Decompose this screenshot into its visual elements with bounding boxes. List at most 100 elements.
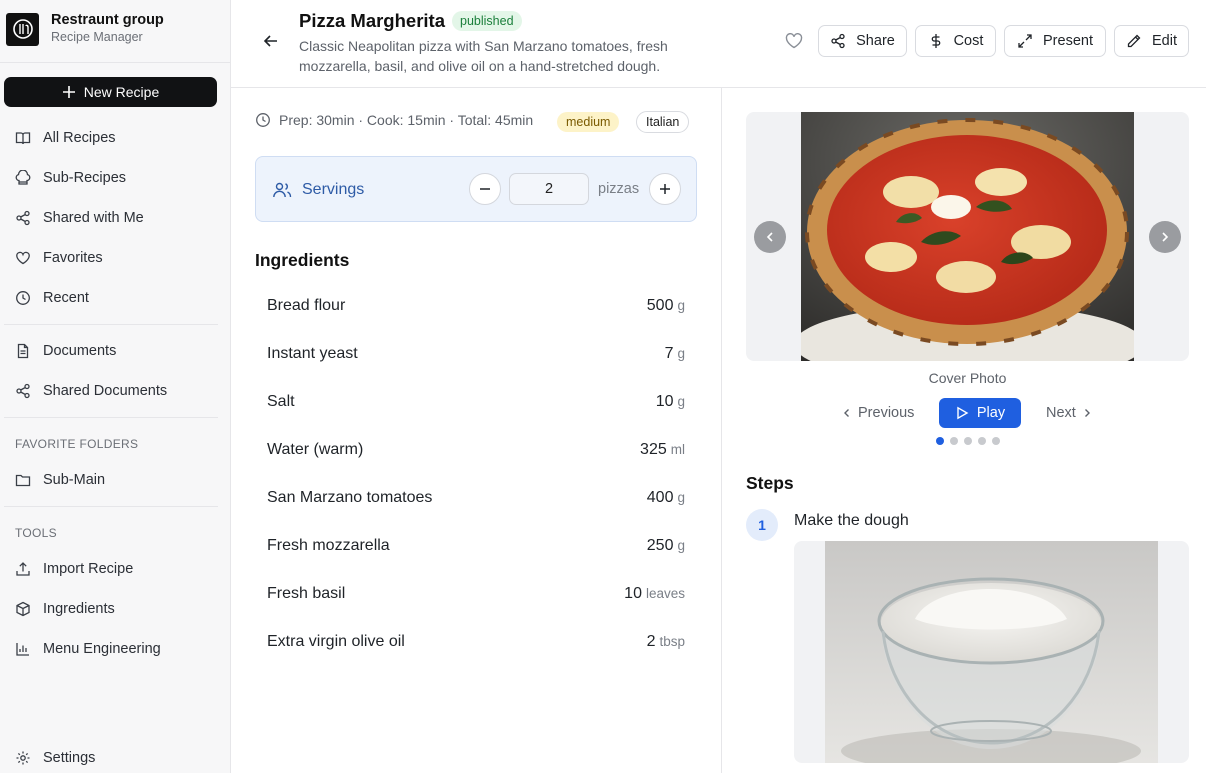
servings-decrement-button[interactable] xyxy=(469,173,501,205)
sidebar-item-ingredients[interactable]: Ingredients xyxy=(15,597,115,621)
quantity-value: 400 xyxy=(646,489,674,506)
sidebar-item-sub-recipes[interactable]: Sub-Recipes xyxy=(15,166,126,190)
edit-label: Edit xyxy=(1152,33,1177,49)
photo-caption: Cover Photo xyxy=(928,370,1007,386)
new-recipe-button[interactable]: New Recipe xyxy=(4,77,217,107)
quantity-value: 325 xyxy=(640,441,667,458)
package-icon xyxy=(16,601,30,617)
gallery-dot[interactable] xyxy=(964,437,972,445)
sidebar-item-label: Shared Documents xyxy=(43,383,168,399)
previous-label: Previous xyxy=(858,405,915,421)
sidebar-item-shared-documents[interactable]: Shared Documents xyxy=(15,379,167,403)
brand[interactable]: Restraunt group Recipe Manager xyxy=(6,12,164,46)
gallery-dot[interactable] xyxy=(992,437,1000,445)
quantity-unit: ml xyxy=(670,442,685,457)
ingredient-row: San Marzano tomatoes 400 g xyxy=(255,475,697,523)
steps-heading: Steps xyxy=(746,473,794,493)
share-label: Share xyxy=(856,33,895,49)
folder-icon xyxy=(15,474,31,487)
heart-icon xyxy=(16,251,30,265)
ingredient-quantity: 400 g xyxy=(647,489,685,507)
sidebar-item-import-recipe[interactable]: Import Recipe xyxy=(15,557,133,581)
play-icon xyxy=(957,406,969,420)
favorite-heart-icon[interactable] xyxy=(785,33,803,49)
ingredients-heading: Ingredients xyxy=(255,250,350,270)
ingredient-row: Fresh mozzarella 250 g xyxy=(255,523,697,571)
new-recipe-label: New Recipe xyxy=(83,84,160,100)
gallery-prev-arrow[interactable] xyxy=(754,221,786,253)
sidebar-item-all-recipes[interactable]: All Recipes xyxy=(15,126,116,150)
play-button[interactable]: Play xyxy=(939,398,1021,428)
quantity-value: 7 xyxy=(664,345,674,362)
sidebar-item-label: Sub-Recipes xyxy=(43,170,127,186)
quantity-value: 10 xyxy=(624,585,642,602)
cost-button[interactable]: Cost xyxy=(915,25,996,57)
quantity-value: 10 xyxy=(655,393,674,410)
sidebar-item-label: Favorites xyxy=(43,250,103,266)
sidebar-item-sub-main[interactable]: Sub-Main xyxy=(15,468,105,492)
sidebar-item-label: Shared with Me xyxy=(43,210,144,226)
sidebar-item-label: Settings xyxy=(43,750,96,766)
quantity-unit: g xyxy=(677,394,685,409)
plus-icon xyxy=(62,86,75,98)
servings-input[interactable]: 2 xyxy=(509,173,589,205)
quantity-value: 250 xyxy=(646,537,674,554)
gallery-next-arrow[interactable] xyxy=(1149,221,1181,253)
sidebar-item-shared-with-me[interactable]: Shared with Me xyxy=(15,206,144,230)
quantity-unit: leaves xyxy=(645,586,685,601)
previous-button[interactable]: Previous xyxy=(842,405,914,421)
back-arrow-icon[interactable] xyxy=(262,32,280,50)
tools-heading: TOOLS xyxy=(15,526,57,540)
ingredient-name: Bread flour xyxy=(267,297,346,314)
clock-icon xyxy=(16,291,30,305)
ingredient-name: Fresh basil xyxy=(267,585,346,602)
brand-name: Restraunt group xyxy=(51,12,164,28)
quantity-value: 500 xyxy=(646,297,674,314)
quantity-unit: g xyxy=(677,298,685,313)
gallery-dot[interactable] xyxy=(936,437,944,445)
gear-icon xyxy=(16,751,30,765)
cuisine-badge: Italian xyxy=(636,111,690,133)
present-label: Present xyxy=(1043,33,1093,49)
share-icon xyxy=(831,33,845,49)
ingredient-name: Salt xyxy=(267,393,295,410)
sidebar-item-menu-engineering[interactable]: Menu Engineering xyxy=(15,637,161,661)
sidebar-item-documents[interactable]: Documents xyxy=(15,339,116,363)
ingredient-quantity: 7g xyxy=(665,345,685,363)
gallery-dot[interactable] xyxy=(950,437,958,445)
divider xyxy=(4,506,218,507)
step-image-panel xyxy=(794,541,1189,763)
sidebar-item-recent[interactable]: Recent xyxy=(15,286,89,310)
share-icon xyxy=(16,383,30,399)
share-button[interactable]: Share xyxy=(818,25,907,57)
step-number: 1 xyxy=(746,509,778,541)
ingredient-name: San Marzano tomatoes xyxy=(267,489,433,506)
column-divider xyxy=(721,88,722,773)
ingredient-quantity: 250 g xyxy=(647,537,685,555)
difficulty-badge: medium xyxy=(557,112,620,132)
ingredient-name: Water (warm) xyxy=(267,441,364,458)
quantity-unit: g xyxy=(677,538,685,553)
ingredient-quantity: 10 leaves xyxy=(624,585,685,603)
sidebar-item-settings[interactable]: Settings xyxy=(15,746,95,770)
divider xyxy=(4,417,218,418)
ingredient-quantity: 2 tbsp xyxy=(647,633,685,651)
edit-button[interactable]: Edit xyxy=(1114,25,1189,57)
next-button[interactable]: Next xyxy=(1046,405,1092,421)
dollar-icon xyxy=(931,34,940,48)
divider xyxy=(4,324,218,325)
pizza-image xyxy=(801,112,1134,361)
sidebar-item-label: Ingredients xyxy=(43,601,115,617)
sidebar-item-favorites[interactable]: Favorites xyxy=(15,246,103,270)
ingredient-row: Fresh basil 10 leaves xyxy=(255,571,697,619)
servings-increment-button[interactable] xyxy=(649,173,681,205)
favorite-folders-heading: FAVORITE FOLDERS xyxy=(15,437,139,451)
present-button[interactable]: Present xyxy=(1004,25,1106,57)
chevron-left-icon xyxy=(844,409,849,417)
sidebar-item-label: All Recipes xyxy=(43,130,116,146)
play-label: Play xyxy=(976,405,1006,421)
sidebar-item-label: Recent xyxy=(43,290,89,306)
book-icon xyxy=(15,132,31,145)
gallery-dot[interactable] xyxy=(978,437,986,445)
chef-hat-icon xyxy=(15,170,31,185)
